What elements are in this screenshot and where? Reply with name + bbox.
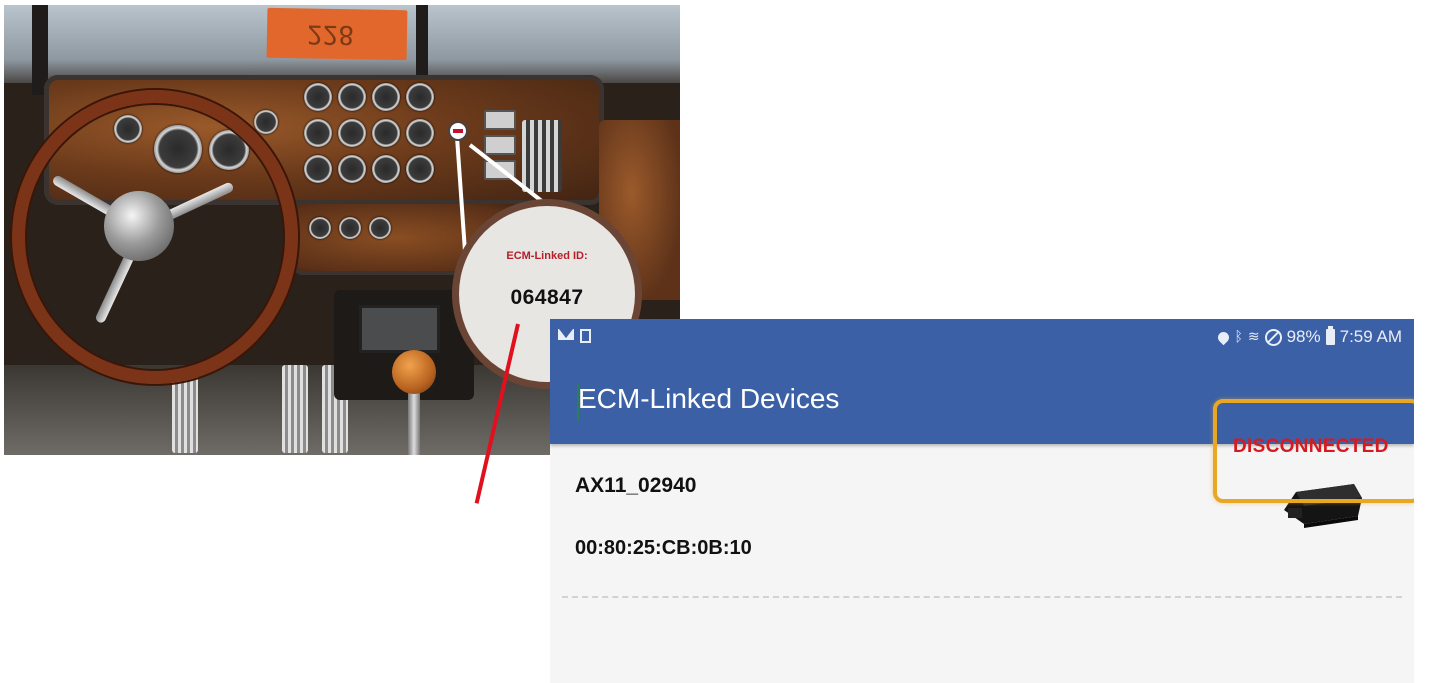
status-bar-right: ᛒ ≋ 98% 7:59 AM [1216, 326, 1402, 347]
gauge [406, 155, 434, 183]
page-title: ECM-Linked Devices [578, 383, 840, 414]
list-divider [562, 596, 1402, 598]
connection-status-badge: DISCONNECTED [1233, 436, 1389, 457]
bluetooth-icon: ᛒ [1234, 329, 1243, 345]
battery-icon [1325, 326, 1335, 345]
gauge [338, 119, 366, 147]
orange-sign: 228 [266, 7, 408, 61]
mail-icon [558, 329, 574, 340]
steering-hub [104, 191, 174, 261]
gauge [372, 119, 400, 147]
location-icon [1216, 329, 1232, 345]
gauge [304, 83, 332, 111]
gauge [304, 119, 332, 147]
do-not-disturb-icon [1264, 328, 1282, 346]
gauge [339, 217, 361, 239]
pedal [172, 373, 198, 453]
status-bar-left [558, 329, 591, 343]
air-vent [522, 120, 562, 192]
ecm-linked-id-value: 064847 [510, 286, 584, 309]
gear-shift-rod [408, 390, 420, 455]
ecm-id-sticker-marker [450, 123, 466, 139]
document-icon [580, 329, 591, 343]
gauge [254, 110, 278, 134]
gauge [338, 83, 366, 111]
gauge [406, 119, 434, 147]
ecm-linked-id-label: ECM-Linked ID: [506, 250, 588, 262]
dash-switch [484, 110, 516, 130]
device-name: AX11_02940 [575, 474, 697, 497]
gauge [338, 155, 366, 183]
pedal [282, 365, 308, 453]
device-mac-address: 00:80:25:CB:0B:10 [575, 537, 752, 559]
gauge [372, 155, 400, 183]
gauge [406, 83, 434, 111]
app-screen: ᛒ ≋ 98% 7:59 AM ECM-Linked Devices AX11_… [550, 319, 1414, 683]
console-screen [359, 305, 440, 353]
gauge [369, 217, 391, 239]
gear-shift-knob [392, 350, 436, 394]
gauge [309, 217, 331, 239]
wifi-icon: ≋ [1247, 329, 1260, 345]
sign-text: 228 [306, 18, 355, 50]
dash-switch [484, 135, 516, 155]
gauge [304, 155, 332, 183]
status-time: 7:59 AM [1339, 327, 1402, 346]
battery-percent: 98% [1286, 327, 1321, 346]
gauge [372, 83, 400, 111]
